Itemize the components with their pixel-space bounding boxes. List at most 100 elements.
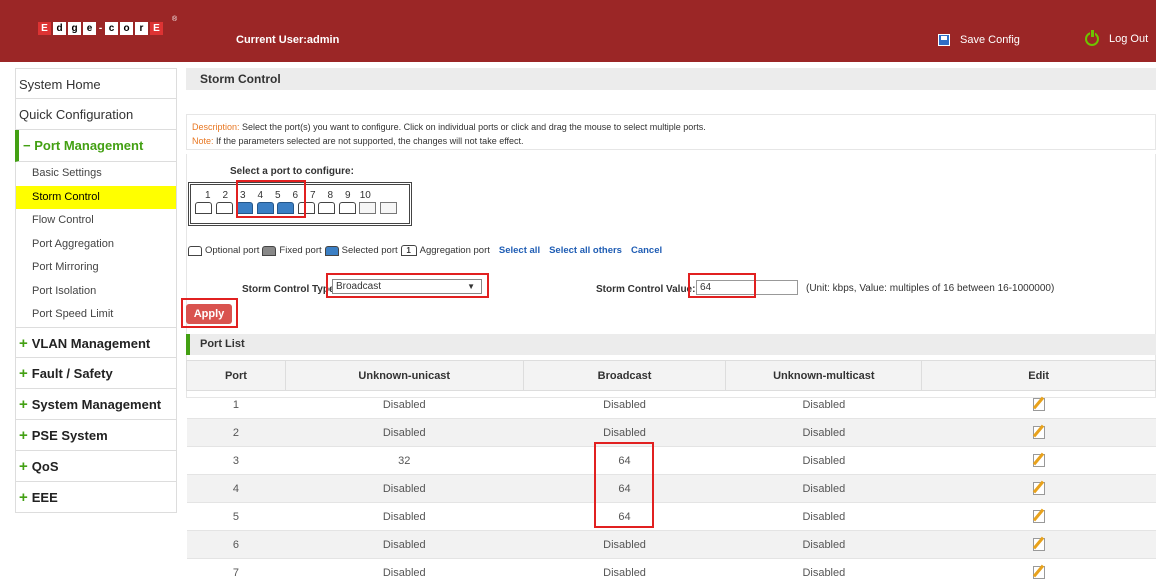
sidebar-group-label: EEE (31, 489, 58, 505)
save-config-label: Save Config (960, 34, 1020, 46)
sidebar-item-storm-control[interactable]: Storm Control (15, 185, 177, 209)
table-row: 4 Disabled 64 Disabled (186, 474, 1156, 503)
column-header-broadcast: Broadcast (522, 360, 727, 391)
current-user-label: Current User:admin (236, 34, 340, 46)
note-label: Note: (192, 136, 214, 146)
expand-icon: + (19, 334, 28, 352)
sidebar-item-system-home[interactable]: System Home (15, 68, 177, 99)
cell-unknown-unicast: Disabled (285, 502, 524, 531)
collapse-icon: − (23, 138, 31, 153)
cell-unknown-multicast: Disabled (725, 558, 922, 580)
cancel-link[interactable]: Cancel (631, 245, 662, 256)
table-row: 3 32 64 Disabled (186, 446, 1156, 475)
value-highlight (688, 273, 756, 298)
edit-icon[interactable] (1032, 508, 1046, 523)
sidebar-item-basic-settings[interactable]: Basic Settings (15, 162, 177, 186)
port-8-icon[interactable] (338, 202, 356, 214)
edit-icon[interactable] (1032, 564, 1046, 579)
expand-icon: + (19, 395, 28, 413)
sidebar-item-port-speed-limit[interactable]: Port Speed Limit (15, 303, 177, 327)
logo-letter: E (38, 22, 51, 35)
sidebar-group-vlan-management[interactable]: + VLAN Management (15, 326, 177, 358)
logo-letter: o (120, 22, 133, 35)
description-text: Select the port(s) you want to configure… (242, 122, 706, 132)
port-number: 10 (359, 190, 371, 201)
description-box: Description: Select the port(s) you want… (186, 114, 1156, 150)
port-list-table: Port Unknown-unicast Broadcast Unknown-m… (186, 360, 1156, 580)
edit-icon[interactable] (1032, 536, 1046, 551)
sidebar-group-qos[interactable]: + QoS (15, 450, 177, 482)
aggregation-port-icon: 1 (400, 245, 417, 256)
sidebar-item-port-aggregation[interactable]: Port Aggregation (15, 232, 177, 256)
sidebar-group-fault-safety[interactable]: + Fault / Safety (15, 357, 177, 389)
save-config-button[interactable]: Save Config (938, 34, 1020, 46)
storm-control-value-label: Storm Control Value: (596, 284, 696, 295)
edit-icon[interactable] (1032, 452, 1046, 467)
cell-port: 3 (186, 446, 286, 475)
cell-unknown-unicast: 32 (285, 446, 524, 475)
cell-port: 1 (186, 390, 286, 419)
legend-fixed: Fixed port (279, 245, 322, 256)
cell-unknown-multicast: Disabled (725, 418, 922, 447)
cell-edit (921, 446, 1156, 475)
sidebar-group-port-management[interactable]: − Port Management (15, 130, 177, 162)
cell-port: 5 (186, 502, 286, 531)
sidebar-item-flow-control[interactable]: Flow Control (15, 209, 177, 233)
sidebar-item-port-mirroring[interactable]: Port Mirroring (15, 256, 177, 280)
cell-port: 7 (186, 558, 286, 580)
sidebar-group-label: VLAN Management (31, 335, 151, 351)
column-header-unknown-multicast: Unknown-multicast (725, 360, 923, 391)
cell-unknown-unicast: Disabled (285, 418, 524, 447)
table-row: 1 Disabled Disabled Disabled (186, 390, 1156, 419)
port-10-icon[interactable] (379, 202, 397, 214)
sidebar-group-pse-system[interactable]: + PSE System (15, 419, 177, 451)
cell-edit (921, 558, 1156, 580)
sidebar-group-label: Fault / Safety (31, 365, 113, 381)
edit-icon[interactable] (1032, 396, 1046, 411)
port-list-title: Port List (186, 334, 1156, 355)
power-icon (1085, 30, 1099, 46)
edit-icon[interactable] (1032, 480, 1046, 495)
registered-mark: ® (172, 16, 178, 23)
cell-port: 6 (186, 530, 286, 559)
cell-broadcast: Disabled (523, 390, 726, 419)
table-row: 6 Disabled Disabled Disabled (186, 530, 1156, 559)
edgecore-logo: E d g e - c o r E (38, 22, 163, 35)
note-text: If the parameters selected are not suppo… (216, 136, 524, 146)
cell-unknown-multicast: Disabled (725, 502, 922, 531)
save-icon (938, 34, 950, 46)
note-line: Note: If the parameters selected are not… (192, 134, 1150, 148)
main-content: Storm Control Description: Select the po… (181, 68, 1156, 580)
sidebar-item-port-isolation[interactable]: Port Isolation (15, 279, 177, 303)
logo-letter: - (98, 23, 103, 34)
select-port-label: Select a port to configure: (230, 166, 354, 177)
selected-ports-highlight (236, 180, 306, 218)
sidebar-group-label: System Management (31, 396, 162, 412)
cell-broadcast: Disabled (523, 530, 726, 559)
logout-button[interactable]: Log Out (1085, 30, 1148, 46)
port-7-icon[interactable] (318, 202, 335, 214)
table-header-row: Port Unknown-unicast Broadcast Unknown-m… (186, 360, 1156, 391)
sidebar-group-system-management[interactable]: + System Management (15, 388, 177, 420)
sidebar-group-eee[interactable]: + EEE (15, 481, 177, 513)
optional-port-icon (188, 245, 202, 256)
cell-unknown-unicast: Disabled (285, 558, 524, 580)
port-number: 8 (327, 190, 334, 201)
select-all-link[interactable]: Select all (499, 245, 540, 256)
edit-icon[interactable] (1032, 424, 1046, 439)
port-1-icon[interactable] (195, 202, 212, 214)
table-row: 7 Disabled Disabled Disabled (186, 558, 1156, 580)
cell-unknown-multicast: Disabled (725, 530, 922, 559)
table-row: 2 Disabled Disabled Disabled (186, 418, 1156, 447)
port-9-icon[interactable] (359, 202, 376, 214)
select-all-others-link[interactable]: Select all others (549, 245, 622, 256)
top-header: E d g e - c o r E ® Current User:admin S… (0, 0, 1156, 62)
cell-unknown-multicast: Disabled (725, 390, 922, 419)
sidebar-item-quick-configuration[interactable]: Quick Configuration (15, 99, 177, 130)
port-2-icon[interactable] (215, 202, 233, 214)
column-header-unknown-unicast: Unknown-unicast (284, 360, 524, 391)
table-row: 5 Disabled 64 Disabled (186, 502, 1156, 531)
sidebar-group-label: Port Management (34, 138, 144, 153)
fixed-port-icon (262, 245, 277, 256)
expand-icon: + (19, 426, 28, 444)
